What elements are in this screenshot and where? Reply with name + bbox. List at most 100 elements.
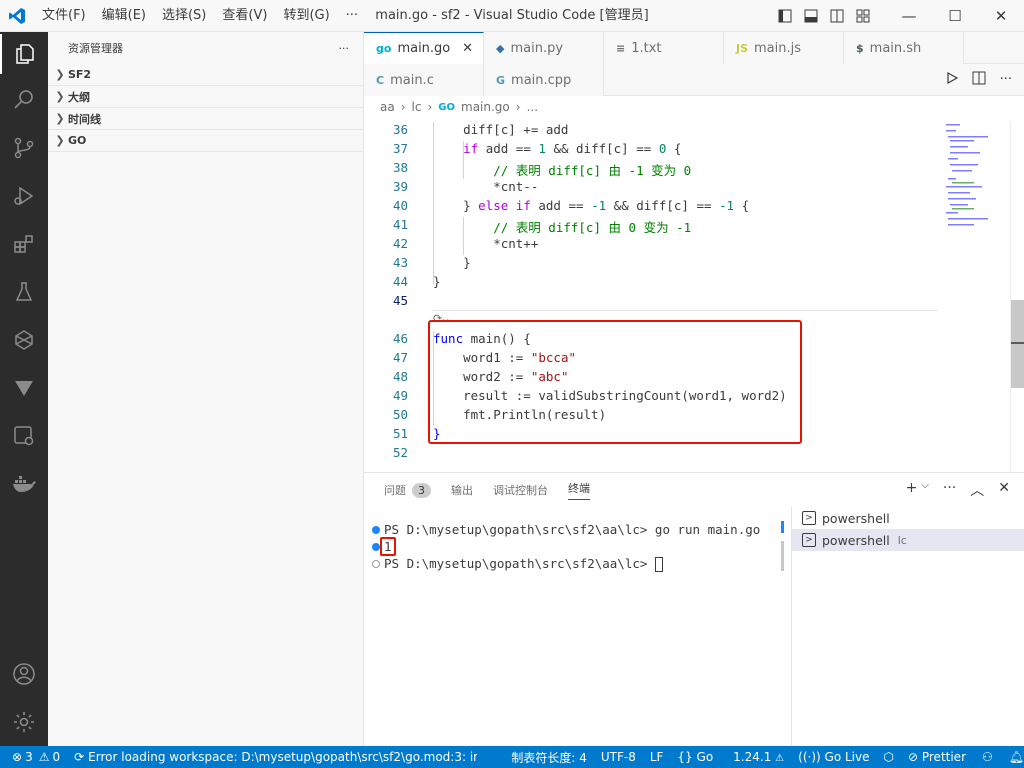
run-file-icon[interactable] bbox=[946, 71, 958, 88]
editor-more-icon[interactable]: ··· bbox=[1000, 72, 1012, 87]
line-number: 39 bbox=[392, 179, 408, 194]
tab-main-sh[interactable]: $ main.sh bbox=[844, 32, 964, 64]
source-control-icon[interactable] bbox=[0, 128, 48, 168]
broadcast-icon: ((·)) bbox=[798, 750, 821, 764]
maximize-button[interactable]: ☐ bbox=[932, 0, 978, 32]
breadcrumb-file[interactable]: main.go bbox=[461, 100, 510, 114]
menu-view[interactable]: 查看(V) bbox=[214, 0, 275, 32]
chevron-right-icon: ❯ bbox=[55, 112, 65, 125]
sidebar-more-button[interactable]: ··· bbox=[339, 42, 350, 55]
breadcrumb-lc[interactable]: lc bbox=[412, 100, 422, 114]
line-number: 50 bbox=[392, 407, 408, 422]
sidebar-title: 资源管理器 bbox=[68, 42, 123, 55]
maximize-panel-icon[interactable]: ︿ bbox=[970, 480, 984, 500]
cpp-file-icon: G bbox=[496, 73, 506, 87]
section-go[interactable]: ❯ GO bbox=[48, 130, 363, 152]
editor-scrollbar[interactable] bbox=[1010, 122, 1024, 472]
breadcrumb-symbol[interactable]: ... bbox=[527, 100, 538, 114]
tab-main-py[interactable]: ◆ main.py bbox=[484, 32, 604, 64]
shell-file-icon: $ bbox=[856, 41, 864, 55]
js-file-icon: JS bbox=[736, 41, 749, 55]
tab-output[interactable]: 输出 bbox=[451, 482, 473, 498]
terminal-list-item[interactable]: > powershell bbox=[792, 507, 1024, 529]
toggle-panel-icon[interactable] bbox=[798, 0, 824, 32]
code-line: } bbox=[433, 255, 471, 270]
settings-gear-icon[interactable] bbox=[0, 702, 48, 742]
remote-explorer-icon[interactable] bbox=[0, 416, 48, 456]
command-success-dot-icon bbox=[372, 526, 380, 534]
section-timeline[interactable]: ❯ 时间线 bbox=[48, 108, 363, 130]
breadcrumb-aa[interactable]: aa bbox=[380, 100, 395, 114]
line-number: 37 bbox=[392, 141, 408, 156]
code-line: } else if add == -1 && diff[c] == -1 { bbox=[433, 198, 750, 213]
chevron-down-icon[interactable]: ⌵ bbox=[921, 480, 929, 500]
minimap[interactable] bbox=[944, 122, 1010, 232]
docker-icon[interactable] bbox=[0, 464, 48, 504]
minimize-button[interactable]: — bbox=[886, 0, 932, 32]
remote-icon[interactable] bbox=[0, 320, 48, 360]
toggle-primary-sidebar-icon[interactable] bbox=[772, 0, 798, 32]
section-sf2[interactable]: ❯ SF2 bbox=[48, 64, 363, 86]
tab-main-go[interactable]: go main.go ✕ bbox=[364, 32, 484, 64]
remote-status-icon[interactable]: ⬡ bbox=[883, 750, 893, 764]
terminal-line: PS D:\mysetup\gopath\src\sf2\aa\lc> go r… bbox=[372, 521, 782, 538]
menu-file[interactable]: 文件(F) bbox=[34, 0, 94, 32]
line-number: 45 bbox=[392, 293, 408, 308]
close-window-button[interactable]: ✕ bbox=[978, 0, 1024, 32]
customize-layout-icon[interactable] bbox=[850, 0, 876, 32]
line-number: 47 bbox=[392, 350, 408, 365]
section-outline[interactable]: ❯ 大纲 bbox=[48, 86, 363, 108]
line-number: 36 bbox=[392, 122, 408, 137]
terminal-scrollbar[interactable] bbox=[781, 521, 784, 571]
tab-bar-row-2: C main.c G main.cpp ··· bbox=[364, 64, 1024, 96]
tab-main-js[interactable]: JS main.js bbox=[724, 32, 844, 64]
line-number: 51 bbox=[392, 426, 408, 441]
tab-bar-row-1: go main.go ✕ ◆ main.py ≡ 1.txt JS main.j… bbox=[364, 32, 1024, 64]
tab-problems[interactable]: 问题 3 bbox=[384, 482, 431, 498]
menu-more[interactable]: ··· bbox=[338, 0, 366, 32]
testing-icon[interactable] bbox=[0, 272, 48, 312]
toggle-secondary-sidebar-icon[interactable] bbox=[824, 0, 850, 32]
terminal-cursor bbox=[654, 557, 663, 572]
code-editor[interactable]: 36 diff[c] += add 37 if add == 1 && diff… bbox=[364, 122, 944, 472]
split-editor-icon[interactable] bbox=[972, 71, 986, 89]
tab-size-status[interactable]: 制表符长度: 4 bbox=[511, 749, 587, 766]
go-live-status[interactable]: ((·)) Go Live bbox=[798, 750, 869, 764]
language-status[interactable]: {} Go bbox=[677, 750, 713, 764]
warning-icon: ⚠ bbox=[775, 753, 785, 764]
run-debug-icon[interactable] bbox=[0, 176, 48, 216]
breadcrumb: aa › lc › GO main.go › ... bbox=[380, 100, 539, 114]
problems-status[interactable]: ⊗ 3 ⚠ 0 bbox=[12, 750, 60, 764]
new-terminal-icon[interactable]: + bbox=[906, 480, 918, 500]
menu-go[interactable]: 转到(G) bbox=[275, 0, 337, 32]
tab-1-txt[interactable]: ≡ 1.txt bbox=[604, 32, 724, 64]
terminal-list-item[interactable]: > powershell lc bbox=[792, 529, 1024, 551]
eol-status[interactable]: LF bbox=[650, 750, 664, 764]
prettier-status[interactable]: ⊘ Prettier bbox=[908, 750, 966, 764]
encoding-status[interactable]: UTF-8 bbox=[601, 750, 636, 764]
gitlens-icon[interactable] bbox=[0, 368, 48, 408]
tab-debug-console[interactable]: 调试控制台 bbox=[493, 482, 548, 498]
menu-edit[interactable]: 编辑(E) bbox=[94, 0, 154, 32]
panel-more-icon[interactable]: ··· bbox=[943, 480, 956, 500]
terminal-output[interactable]: PS D:\mysetup\gopath\src\sf2\aa\lc> go r… bbox=[372, 521, 782, 572]
workspace-error-status[interactable]: ⟳ Error loading workspace: D:\mysetup\go… bbox=[74, 750, 477, 764]
go-version-status[interactable]: 1.24.1 ⚠ bbox=[733, 750, 784, 764]
close-tab-icon[interactable]: ✕ bbox=[462, 41, 473, 56]
menu-selection[interactable]: 选择(S) bbox=[154, 0, 214, 32]
explorer-icon[interactable] bbox=[0, 34, 48, 74]
tab-terminal[interactable]: 终端 bbox=[568, 480, 590, 500]
account-icon[interactable] bbox=[0, 654, 48, 694]
text-file-icon: ≡ bbox=[616, 41, 626, 55]
accounts-status-icon[interactable]: ⚇ bbox=[982, 750, 993, 764]
extensions-icon[interactable] bbox=[0, 224, 48, 264]
search-icon[interactable] bbox=[0, 80, 48, 120]
c-file-icon: C bbox=[376, 73, 385, 87]
close-panel-icon[interactable]: ✕ bbox=[998, 480, 1010, 500]
line-number: 49 bbox=[392, 388, 408, 403]
tab-main-cpp[interactable]: G main.cpp bbox=[484, 64, 604, 96]
notifications-bell-icon[interactable]: 🔔︎ bbox=[1009, 750, 1024, 764]
command-success-dot-icon bbox=[372, 543, 380, 551]
tab-main-c[interactable]: C main.c bbox=[364, 64, 484, 96]
code-line: *cnt-- bbox=[433, 179, 539, 194]
